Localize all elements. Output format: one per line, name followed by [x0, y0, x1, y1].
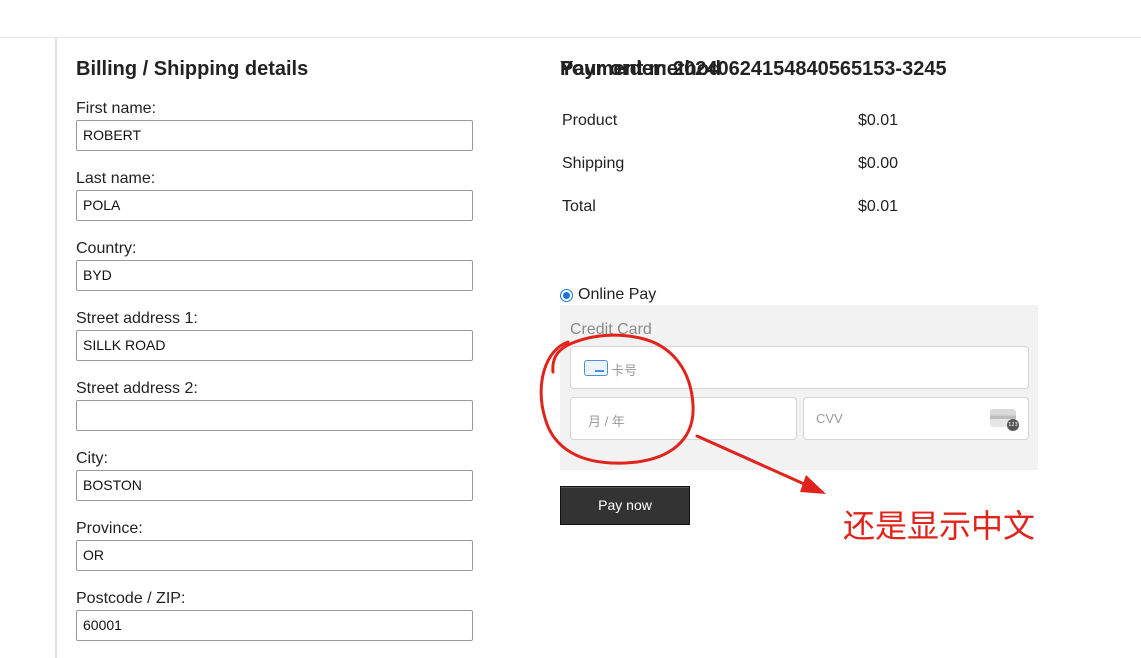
card-number-input[interactable]: 卡号 [570, 346, 1029, 389]
online-pay-radio[interactable] [560, 288, 573, 302]
radio-selected-dot [563, 291, 570, 299]
postcode-label: Postcode / ZIP: [76, 590, 186, 607]
order-row-label: Total [562, 198, 596, 215]
street-address-1-field: Street address 1: SILLK ROAD [76, 308, 473, 361]
postcode-input[interactable]: 60001 [76, 610, 473, 641]
billing-title: Billing / Shipping details [76, 58, 309, 80]
pay-now-button[interactable]: Pay now [560, 486, 690, 525]
credit-card-icon [584, 360, 608, 376]
expiry-input[interactable]: 月 / 年 [570, 397, 797, 440]
street-address-2-label: Street address 2: [76, 380, 198, 397]
cvv-badge: 123 [1007, 419, 1019, 431]
first-name-input[interactable]: ROBERT [76, 120, 473, 151]
postcode-field: Postcode / ZIP: 60001 [76, 588, 473, 641]
province-field: Province: OR [76, 518, 473, 571]
online-pay-label: Online Pay [578, 286, 657, 303]
annotation-arrow-head [800, 475, 826, 494]
first-name-field: First name: ROBERT [76, 98, 473, 151]
card-number-placeholder: 卡号 [611, 363, 638, 378]
city-field: City: BOSTON [76, 448, 473, 501]
country-label: Country: [76, 240, 137, 257]
city-input[interactable]: BOSTON [76, 470, 473, 501]
cvv-card-icon: 123 [990, 409, 1019, 431]
expiry-placeholder: 月 / 年 [588, 414, 625, 429]
first-name-label: First name: [76, 100, 157, 117]
street-address-2-field: Street address 2: [76, 378, 473, 431]
country-field: Country: BYD [76, 238, 473, 291]
left-divider [55, 38, 57, 658]
last-name-label: Last name: [76, 170, 156, 187]
cvv-placeholder: CVV [816, 411, 843, 426]
street-address-2-input[interactable] [76, 400, 473, 431]
online-pay-option[interactable]: Online Pay [560, 286, 656, 304]
order-row-amount: $0.01 [858, 112, 899, 129]
province-input[interactable]: OR [76, 540, 473, 571]
order-row-amount: $0.01 [858, 198, 899, 215]
last-name-input[interactable]: POLA [76, 190, 473, 221]
country-input[interactable]: BYD [76, 260, 473, 291]
province-label: Province: [76, 520, 143, 537]
last-name-field: Last name: POLA [76, 168, 473, 221]
street-address-1-label: Street address 1: [76, 310, 198, 327]
cvv-input[interactable]: CVV 123 [803, 397, 1029, 440]
city-label: City: [76, 450, 108, 467]
payment-method-title: Payment method [560, 58, 722, 80]
order-row-label: Shipping [562, 155, 625, 172]
street-address-1-input[interactable]: SILLK ROAD [76, 330, 473, 361]
annotation-text: 还是显示中文 [843, 507, 1036, 545]
credit-card-title: Credit Card [570, 321, 652, 338]
order-row-amount: $0.00 [858, 155, 899, 172]
order-row-label: Product [562, 112, 618, 129]
top-bar [0, 0, 1141, 38]
credit-card-panel: Credit Card 卡号 月 / 年 CVV 123 [560, 305, 1038, 470]
